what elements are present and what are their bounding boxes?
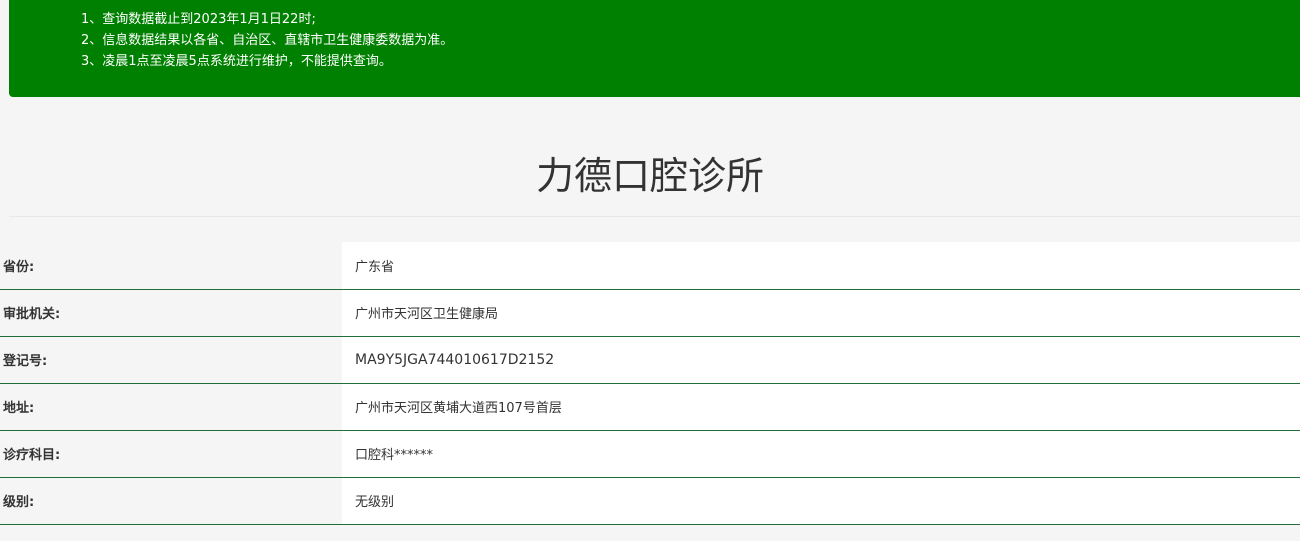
row-label-registration-number: 登记号: xyxy=(0,336,342,384)
row-label-address: 地址: xyxy=(0,383,342,431)
row-label-departments: 诊疗科目: xyxy=(0,430,342,478)
row-label-level: 级别: xyxy=(0,477,342,525)
page-title: 力德口腔诊所 xyxy=(535,154,764,198)
title-divider xyxy=(9,216,1300,217)
row-label-authority: 审批机关: xyxy=(0,289,342,337)
notice-line-1: 1、查询数据截止到2023年1月1日22时; xyxy=(81,12,316,27)
table-row: 审批机关: 广州市天河区卫生健康局 xyxy=(0,289,1300,337)
row-value-authority: 广州市天河区卫生健康局 xyxy=(342,289,1300,337)
table-row: 登记号: MA9Y5JGA744010617D2152 xyxy=(0,336,1300,384)
row-value-level: 无级别 xyxy=(342,477,1300,525)
table-row: 诊疗科目: 口腔科****** xyxy=(0,430,1300,478)
notice-line-2: 2、信息数据结果以各省、自治区、直辖市卫生健康委数据为准。 xyxy=(81,33,454,48)
notice-banner: 1、查询数据截止到2023年1月1日22时; 2、信息数据结果以各省、自治区、直… xyxy=(9,0,1300,97)
notice-line-3: 3、凌晨1点至凌晨5点系统进行维护，不能提供查询。 xyxy=(81,54,392,69)
row-value-departments: 口腔科****** xyxy=(342,430,1300,478)
row-value-registration-number: MA9Y5JGA744010617D2152 xyxy=(342,336,1300,384)
table-row: 级别: 无级别 xyxy=(0,477,1300,525)
info-table: 省份: 广东省 审批机关: 广州市天河区卫生健康局 登记号: MA9Y5JGA7… xyxy=(0,242,1300,525)
row-value-address: 广州市天河区黄埔大道西107号首层 xyxy=(342,383,1300,431)
row-value-province: 广东省 xyxy=(342,242,1300,290)
row-label-province: 省份: xyxy=(0,242,342,290)
table-row: 地址: 广州市天河区黄埔大道西107号首层 xyxy=(0,383,1300,431)
table-row: 省份: 广东省 xyxy=(0,242,1300,290)
